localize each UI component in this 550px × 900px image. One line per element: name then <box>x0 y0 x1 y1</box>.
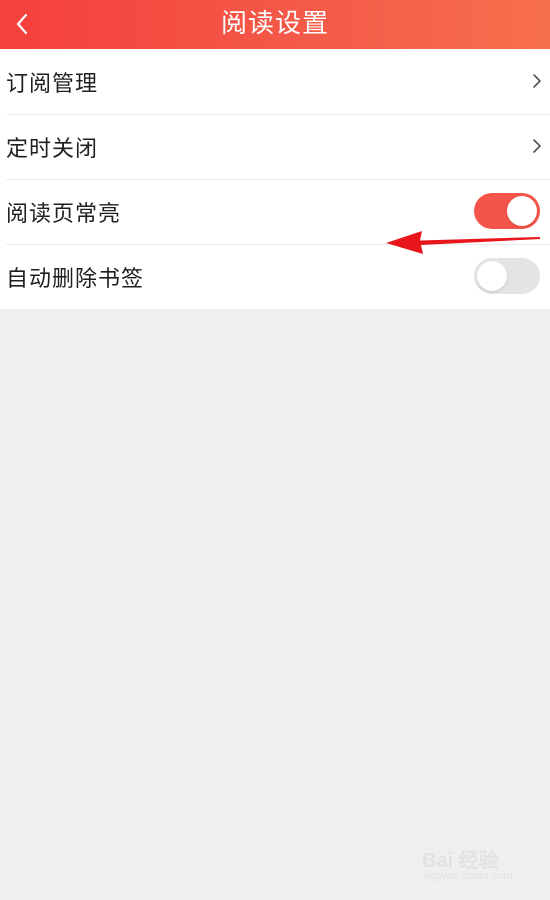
settings-item-label: 定时关闭 <box>6 136 99 162</box>
chevron-right-icon <box>533 74 541 88</box>
back-button[interactable] <box>4 4 40 44</box>
settings-list: 订阅管理 定时关闭 阅读页常亮 自动删除书签 <box>0 49 550 309</box>
toggle-knob <box>507 196 537 226</box>
settings-item-label: 自动删除书签 <box>6 266 145 292</box>
settings-item-auto-delete-bookmarks: 自动删除书签 <box>0 244 550 309</box>
settings-item-keep-screen-on: 阅读页常亮 <box>0 179 550 244</box>
chevron-right-icon <box>533 139 541 153</box>
keep-screen-on-toggle[interactable] <box>474 193 540 229</box>
app-header: 阅读设置 <box>0 0 550 49</box>
watermark: Bai 经验 jingyan.baidu.com <box>422 842 522 890</box>
settings-item-subscription-management[interactable]: 订阅管理 <box>0 49 550 114</box>
toggle-knob <box>477 261 507 291</box>
page-title: 阅读设置 <box>220 9 329 39</box>
settings-item-label: 阅读页常亮 <box>6 201 122 227</box>
watermark-brand: Bai 经验 <box>422 850 499 872</box>
settings-item-label: 订阅管理 <box>6 71 99 97</box>
chevron-left-icon <box>16 13 28 35</box>
watermark-url: jingyan.baidu.com <box>424 870 513 882</box>
auto-delete-bookmarks-toggle[interactable] <box>474 258 540 294</box>
settings-item-timed-close[interactable]: 定时关闭 <box>0 114 550 179</box>
page: 阅读设置 订阅管理 定时关闭 阅读页常亮 自动删除书签 Bai 经验 jingy… <box>0 0 550 900</box>
